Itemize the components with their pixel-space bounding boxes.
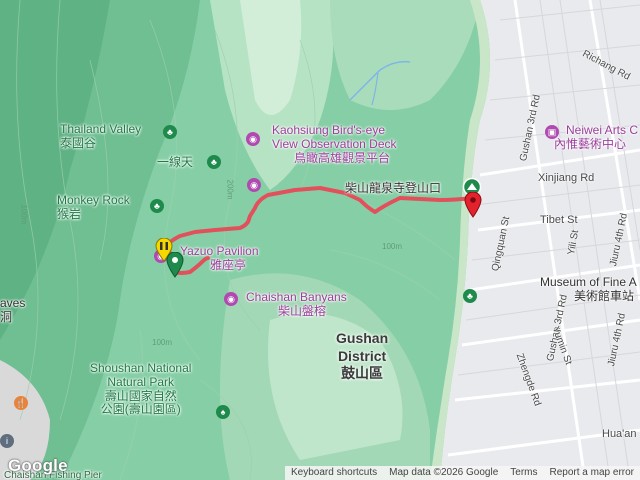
map-view[interactable]: 100m 200m 100m 100m Thailand Valley 泰國谷 … (0, 0, 640, 480)
place-local-name: 雅座亭 (210, 257, 247, 272)
map-data-attribution: Map data ©2026 Google (383, 466, 505, 480)
place-local-name: 柴山盤榕 (278, 303, 327, 318)
park-icon[interactable]: ♣ (463, 289, 477, 303)
camera-icon[interactable]: ◉ (246, 132, 260, 146)
place-name: Neiwei Arts C (566, 123, 639, 137)
contour-label: 100m (19, 204, 29, 225)
place-name-line1: Kaohsiung Bird's-eye (272, 123, 386, 137)
museum-icon[interactable]: ▣ (545, 125, 559, 139)
place-caves[interactable]: aves 洞 (0, 296, 26, 325)
place-name: Museum of Fine A (540, 275, 637, 289)
place-name: Yazuo Pavilion (180, 244, 259, 258)
tree-icon[interactable]: ♠ (216, 405, 230, 419)
place-yazuo-pavilion[interactable]: Yazuo Pavilion 雅座亭 (180, 244, 259, 273)
place-local-name: 內惟藝術中心 (554, 136, 627, 151)
place-trailhead[interactable]: 柴山龍泉寺登山口 (345, 181, 442, 196)
place-monkey-rock[interactable]: Monkey Rock 猴岩 (57, 193, 130, 222)
place-name: Monkey Rock (57, 193, 130, 207)
place-local-name: 美術館車站 (574, 288, 635, 303)
place-name-line1: Shoushan National (90, 361, 192, 375)
place-local-name: 洞 (0, 309, 13, 324)
place-name: Chaishan Banyans (246, 290, 347, 304)
district-gushan: Gushan District 鼓山區 (336, 330, 388, 383)
place-name-line2: Natural Park (107, 374, 175, 389)
place-birdseye-deck[interactable]: Kaohsiung Bird's-eye View Observation De… (272, 123, 397, 165)
place-museum-fine-arts[interactable]: Museum of Fine A 美術館車站 (540, 275, 637, 304)
keyboard-shortcuts-link[interactable]: Keyboard shortcuts (284, 466, 384, 480)
map-footer: Keyboard shortcuts Map data ©2026 Google… (0, 466, 640, 480)
place-chaishan-banyans[interactable]: Chaishan Banyans 柴山盤榕 (246, 290, 347, 319)
camera-icon[interactable]: ◉ (224, 292, 238, 306)
place-name: 柴山龍泉寺登山口 (345, 181, 442, 195)
report-map-error-link[interactable]: Report a map error (543, 466, 640, 480)
place-name-line2: View Observation Deck (272, 136, 397, 151)
terms-link[interactable]: Terms (504, 466, 544, 480)
park-icon[interactable]: ♣ (150, 199, 164, 213)
place-shoushan-park[interactable]: Shoushan National Natural Park 壽山國家自然 公園… (90, 361, 192, 417)
place-local-name: 泰國谷 (60, 135, 97, 150)
info-icon[interactable]: i (0, 434, 14, 448)
route-start-flag-icon[interactable] (166, 252, 184, 278)
district-local-name: 鼓山區 (341, 365, 384, 381)
place-name: aves (0, 296, 26, 310)
contour-label: 100m (152, 338, 173, 347)
place-thailand-valley[interactable]: Thailand Valley 泰國谷 (60, 122, 142, 151)
place-local-line2: 公園(壽山園區) (100, 402, 181, 417)
place-name: 一線天 (157, 155, 194, 169)
restaurant-icon[interactable]: 🍴 (14, 396, 28, 410)
place-yi-xian-tian[interactable]: 一線天 (157, 155, 194, 170)
street-label: Tibet St (540, 214, 578, 226)
place-neiwei-arts[interactable]: Neiwei Arts C 內惟藝術中心 (554, 123, 639, 152)
route-end-pin-icon[interactable] (464, 192, 482, 218)
place-local-name: 猴岩 (57, 206, 82, 221)
park-icon[interactable]: ♣ (207, 155, 221, 169)
street-label: Xinjiang Rd (538, 172, 595, 184)
contour-label: 200m (225, 179, 235, 200)
park-icon[interactable]: ♣ (163, 125, 177, 139)
camera-icon[interactable]: ◉ (247, 178, 261, 192)
street-label: Hua'an (602, 428, 637, 440)
district-name-line2: District (337, 347, 387, 364)
contour-label: 100m (382, 242, 403, 251)
place-local-name: 鳥瞰高雄觀景平台 (294, 150, 391, 165)
district-name-line1: Gushan (336, 330, 389, 346)
place-name: Thailand Valley (60, 122, 142, 136)
